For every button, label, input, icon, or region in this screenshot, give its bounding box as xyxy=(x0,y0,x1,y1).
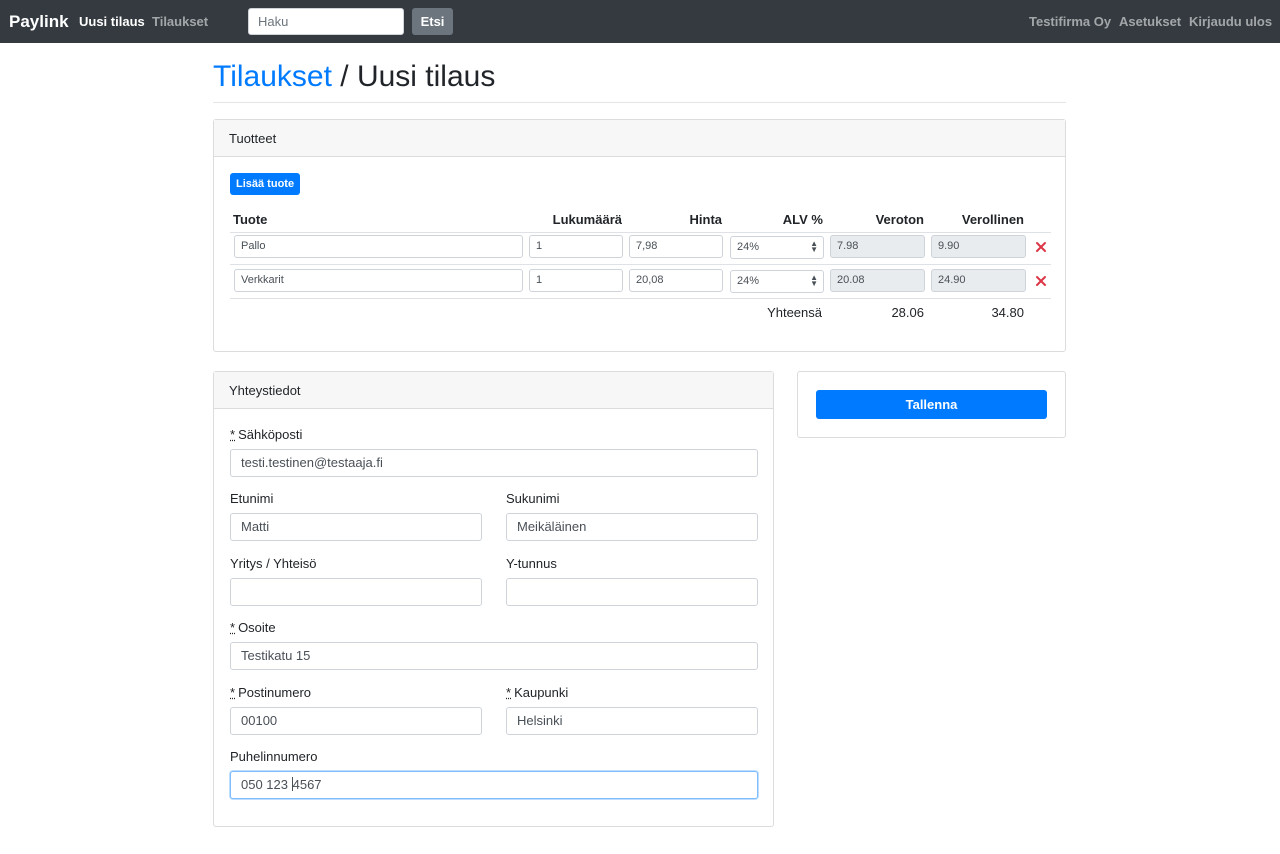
vat-select[interactable]: 24% ▲ ▼ xyxy=(730,270,824,293)
city-label: * Kaupunki xyxy=(506,685,569,700)
table-row-divider xyxy=(230,298,1051,299)
column-header-price: Hinta xyxy=(689,212,723,227)
net-price-field: 7.98 xyxy=(830,235,925,258)
email-label: * Sähköposti xyxy=(230,427,303,442)
table-row-divider xyxy=(230,264,1051,265)
product-name-input[interactable]: Pallo xyxy=(234,235,523,258)
products-card-header: Tuotteet xyxy=(214,120,1065,157)
title-divider xyxy=(213,102,1066,103)
price-input[interactable]: 20,08 xyxy=(629,269,723,292)
column-header-quantity: Lukumäärä xyxy=(552,212,622,227)
phone-field[interactable]: 050 123 4567 xyxy=(230,771,758,799)
required-marker: * xyxy=(230,685,236,700)
nav-link-logout[interactable]: Kirjaudu ulos xyxy=(1189,14,1272,29)
nav-link-new-order[interactable]: Uusi tilaus xyxy=(79,14,145,29)
select-arrows-icon: ▲ ▼ xyxy=(810,273,818,288)
breadcrumb-separator: / xyxy=(331,60,357,93)
select-arrows-icon: ▲ ▼ xyxy=(810,239,818,254)
column-header-gross: Verollinen xyxy=(961,212,1024,227)
column-header-vat: ALV % xyxy=(782,212,823,227)
contact-card: Yhteystiedot * Sähköposti testi.testinen@… xyxy=(213,371,774,827)
price-input[interactable]: 7,98 xyxy=(629,235,723,258)
total-gross-value: 34.80 xyxy=(991,305,1024,320)
vat-select-value: 24% xyxy=(737,241,760,253)
last-name-label: Sukunimi xyxy=(506,491,560,506)
business-id-field[interactable] xyxy=(506,578,758,606)
products-card: Tuotteet Lisää tuote Tuote Lukumäärä Hin… xyxy=(213,119,1066,352)
search-input[interactable] xyxy=(248,8,404,35)
top-navbar: Paylink Uusi tilaus Tilaukset Etsi Testi… xyxy=(0,0,1280,43)
table-header-divider xyxy=(230,232,1051,233)
net-price-field: 20.08 xyxy=(830,269,925,292)
phone-label: Puhelinnumero xyxy=(230,749,318,764)
total-label: Yhteensä xyxy=(767,305,822,320)
postal-code-label: * Postinumero xyxy=(230,685,312,700)
nav-link-company[interactable]: Testifirma Oy xyxy=(1029,14,1111,29)
breadcrumb-orders[interactable]: Tilaukset xyxy=(213,60,332,93)
brand-logo[interactable]: Paylink xyxy=(9,12,69,32)
postal-code-field[interactable]: 00100 xyxy=(230,707,482,735)
first-name-label: Etunimi xyxy=(230,491,274,506)
quantity-input[interactable]: 1 xyxy=(529,235,623,258)
phone-text-after-cursor: 4567 xyxy=(292,777,322,792)
first-name-field[interactable]: Matti xyxy=(230,513,482,541)
total-net-value: 28.06 xyxy=(891,305,924,320)
last-name-field[interactable]: Meikäläinen xyxy=(506,513,758,541)
address-field[interactable]: Testikatu 15 xyxy=(230,642,758,670)
delete-row-icon[interactable] xyxy=(1035,275,1047,287)
page-title: Tilaukset / Uusi tilaus xyxy=(213,60,495,94)
page-title-text: Uusi tilaus xyxy=(356,60,496,93)
add-product-button[interactable]: Lisää tuote xyxy=(230,173,301,195)
business-id-label: Y-tunnus xyxy=(506,556,557,571)
actions-card: Tallenna xyxy=(797,371,1066,438)
nav-link-orders[interactable]: Tilaukset xyxy=(152,14,208,29)
email-field[interactable]: testi.testinen@testaaja.fi xyxy=(230,449,758,477)
nav-link-settings[interactable]: Asetukset xyxy=(1119,14,1181,29)
company-field[interactable] xyxy=(230,578,482,606)
vat-select-value: 24% xyxy=(737,275,760,287)
contact-card-header: Yhteystiedot xyxy=(214,372,773,409)
column-header-net: Veroton xyxy=(875,212,924,227)
city-field[interactable]: Helsinki xyxy=(506,707,758,735)
address-label: * Osoite xyxy=(230,620,276,635)
gross-price-field: 9.90 xyxy=(931,235,1026,258)
column-header-product: Tuote xyxy=(233,212,268,227)
product-name-input[interactable]: Verkkarit xyxy=(234,269,523,292)
phone-text-before-cursor: 050 123 xyxy=(241,777,292,792)
required-marker: * xyxy=(230,427,236,442)
vat-select[interactable]: 24% ▲ ▼ xyxy=(730,236,824,259)
delete-row-icon[interactable] xyxy=(1035,241,1047,253)
required-marker: * xyxy=(230,620,236,635)
save-button[interactable]: Tallenna xyxy=(816,390,1047,419)
search-button[interactable]: Etsi xyxy=(412,8,453,35)
required-marker: * xyxy=(506,685,512,700)
company-label: Yritys / Yhteisö xyxy=(230,556,317,571)
quantity-input[interactable]: 1 xyxy=(529,269,623,292)
gross-price-field: 24.90 xyxy=(931,269,1026,292)
